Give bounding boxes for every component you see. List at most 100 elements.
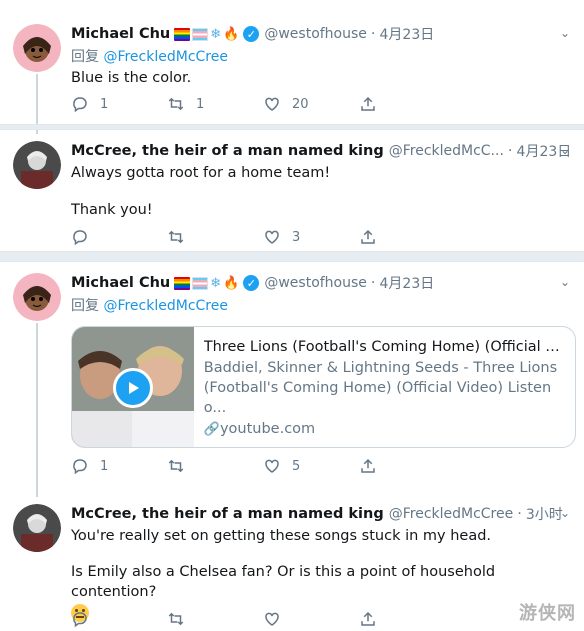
- watermark: 游侠网: [519, 603, 576, 624]
- link-icon: 🔗: [203, 422, 220, 437]
- tweet-1[interactable]: Michael Chu ❄ 🔥 ✓ @westofhouse · 4月23日 ⌄…: [0, 0, 584, 134]
- card-thumbnail[interactable]: [72, 327, 194, 447]
- reply-context: 回复 @FreckledMcCree: [71, 295, 570, 315]
- tweet-4[interactable]: McCree, the heir of a man named king @Fr…: [0, 492, 584, 631]
- like-count: 5: [292, 458, 301, 474]
- reply-button[interactable]: 1: [71, 95, 167, 113]
- reply-button[interactable]: [71, 228, 167, 246]
- retweet-button[interactable]: [167, 457, 263, 475]
- tweet-3[interactable]: Michael Chu ❄ 🔥 ✓ @westofhouse · 4月23日 ⌄…: [0, 262, 584, 497]
- retweet-button[interactable]: 1: [167, 95, 263, 113]
- snowflake-icon: ❄: [210, 275, 222, 291]
- caret-down-icon[interactable]: ⌄: [560, 143, 570, 157]
- link-card[interactable]: Three Lions (Football's Coming Home) (Of…: [71, 326, 576, 448]
- fire-icon: 🔥: [223, 26, 240, 42]
- avatar-michael-chu[interactable]: [13, 273, 61, 321]
- tweet-text-line2: Thank you!: [71, 202, 153, 218]
- retweet-count: 1: [196, 96, 205, 112]
- like-icon: [265, 97, 279, 111]
- like-icon: [265, 612, 279, 626]
- reply-label: 回复: [71, 49, 99, 65]
- thread-line: [36, 323, 38, 497]
- author-handle[interactable]: @westofhouse: [264, 275, 367, 291]
- share-icon: [361, 611, 375, 626]
- snowflake-icon: ❄: [210, 26, 222, 42]
- timestamp[interactable]: 3小时: [526, 504, 563, 524]
- tweet-text: Blue is the color.: [71, 70, 192, 86]
- share-button[interactable]: [359, 95, 455, 113]
- reply-count: 1: [100, 96, 109, 112]
- author-name[interactable]: McCree, the heir of a man named king: [71, 143, 384, 159]
- separator-dot: ·: [507, 143, 513, 159]
- like-icon: [265, 230, 279, 244]
- share-button[interactable]: [359, 457, 455, 475]
- verified-icon: ✓: [243, 275, 260, 291]
- avatar-freckled-mccree[interactable]: [13, 141, 61, 189]
- tweet-text: You're really set on getting these songs…: [71, 528, 492, 544]
- like-button[interactable]: [263, 610, 359, 628]
- like-count: 3: [292, 229, 301, 245]
- like-button[interactable]: 3: [263, 228, 359, 246]
- avatar-freckled-mccree[interactable]: [13, 504, 61, 552]
- tweet-actions: 1 1 20: [71, 94, 455, 114]
- pride-flag-icon: [174, 27, 191, 41]
- play-icon[interactable]: [113, 368, 153, 408]
- tweet-actions: 1 5: [71, 456, 455, 476]
- name-emojis: ❄ 🔥: [174, 275, 240, 291]
- reply-icon: [73, 612, 87, 628]
- reply-context: 回复 @FreckledMcCree: [71, 46, 570, 66]
- card-description: Baddiel, Skinner & Lightning Seeds - Thr…: [203, 360, 558, 416]
- retweet-icon: [168, 459, 184, 473]
- tweet-separator: [0, 251, 584, 262]
- mention-link[interactable]: @FreckledMcCree: [103, 298, 228, 314]
- reply-count: 1: [100, 458, 109, 474]
- pride-flag-icon: [174, 276, 191, 290]
- trans-flag-icon: [192, 27, 209, 41]
- author-name[interactable]: Michael Chu: [71, 275, 170, 291]
- reply-icon: [73, 97, 87, 113]
- caret-down-icon[interactable]: ⌄: [560, 275, 570, 289]
- retweet-button[interactable]: [167, 228, 263, 246]
- trans-flag-icon: [192, 276, 209, 290]
- separator-dot: ·: [370, 275, 376, 291]
- share-icon: [361, 229, 375, 244]
- tweet-2[interactable]: McCree, the heir of a man named king @Fr…: [0, 130, 584, 250]
- reply-icon: [73, 459, 87, 475]
- tweet-actions: [71, 609, 455, 629]
- fire-icon: 🔥: [223, 275, 240, 291]
- separator-dot: ·: [370, 26, 376, 42]
- retweet-icon: [168, 97, 184, 111]
- like-button[interactable]: 20: [263, 95, 359, 113]
- reply-label: 回复: [71, 298, 99, 314]
- author-handle[interactable]: @FreckledMcC...: [389, 143, 504, 159]
- share-button[interactable]: [359, 610, 455, 628]
- share-button[interactable]: [359, 228, 455, 246]
- author-handle[interactable]: @FreckledMcCree: [389, 506, 514, 522]
- card-title[interactable]: Three Lions (Football's Coming Home) (Of…: [204, 337, 565, 357]
- timestamp[interactable]: 4月23日: [380, 24, 435, 44]
- like-count: 20: [292, 96, 309, 112]
- avatar-michael-chu[interactable]: [13, 24, 61, 72]
- separator-dot: ·: [517, 506, 522, 522]
- card-body[interactable]: Three Lions (Football's Coming Home) (Of…: [194, 327, 575, 447]
- card-domain-text: youtube.com: [219, 421, 316, 437]
- name-emojis: ❄ 🔥: [174, 26, 240, 42]
- card-domain: 🔗youtube.com: [204, 419, 565, 440]
- mention-link[interactable]: @FreckledMcCree: [103, 49, 228, 65]
- retweet-button[interactable]: [167, 610, 263, 628]
- share-icon: [361, 96, 375, 111]
- retweet-icon: [168, 230, 184, 244]
- like-button[interactable]: 5: [263, 457, 359, 475]
- retweet-icon: [168, 612, 184, 626]
- author-name[interactable]: Michael Chu: [71, 26, 170, 42]
- author-name[interactable]: McCree, the heir of a man named king: [71, 506, 384, 522]
- reply-button[interactable]: [71, 610, 167, 628]
- timestamp[interactable]: 4月23日: [380, 273, 435, 293]
- caret-down-icon[interactable]: ⌄: [560, 26, 570, 40]
- reply-button[interactable]: 1: [71, 457, 167, 475]
- reply-icon: [73, 230, 87, 246]
- caret-down-icon[interactable]: ⌄: [560, 506, 570, 520]
- author-handle[interactable]: @westofhouse: [264, 26, 367, 42]
- verified-icon: ✓: [243, 26, 260, 42]
- tweet-text: Always gotta root for a home team!: [71, 165, 331, 181]
